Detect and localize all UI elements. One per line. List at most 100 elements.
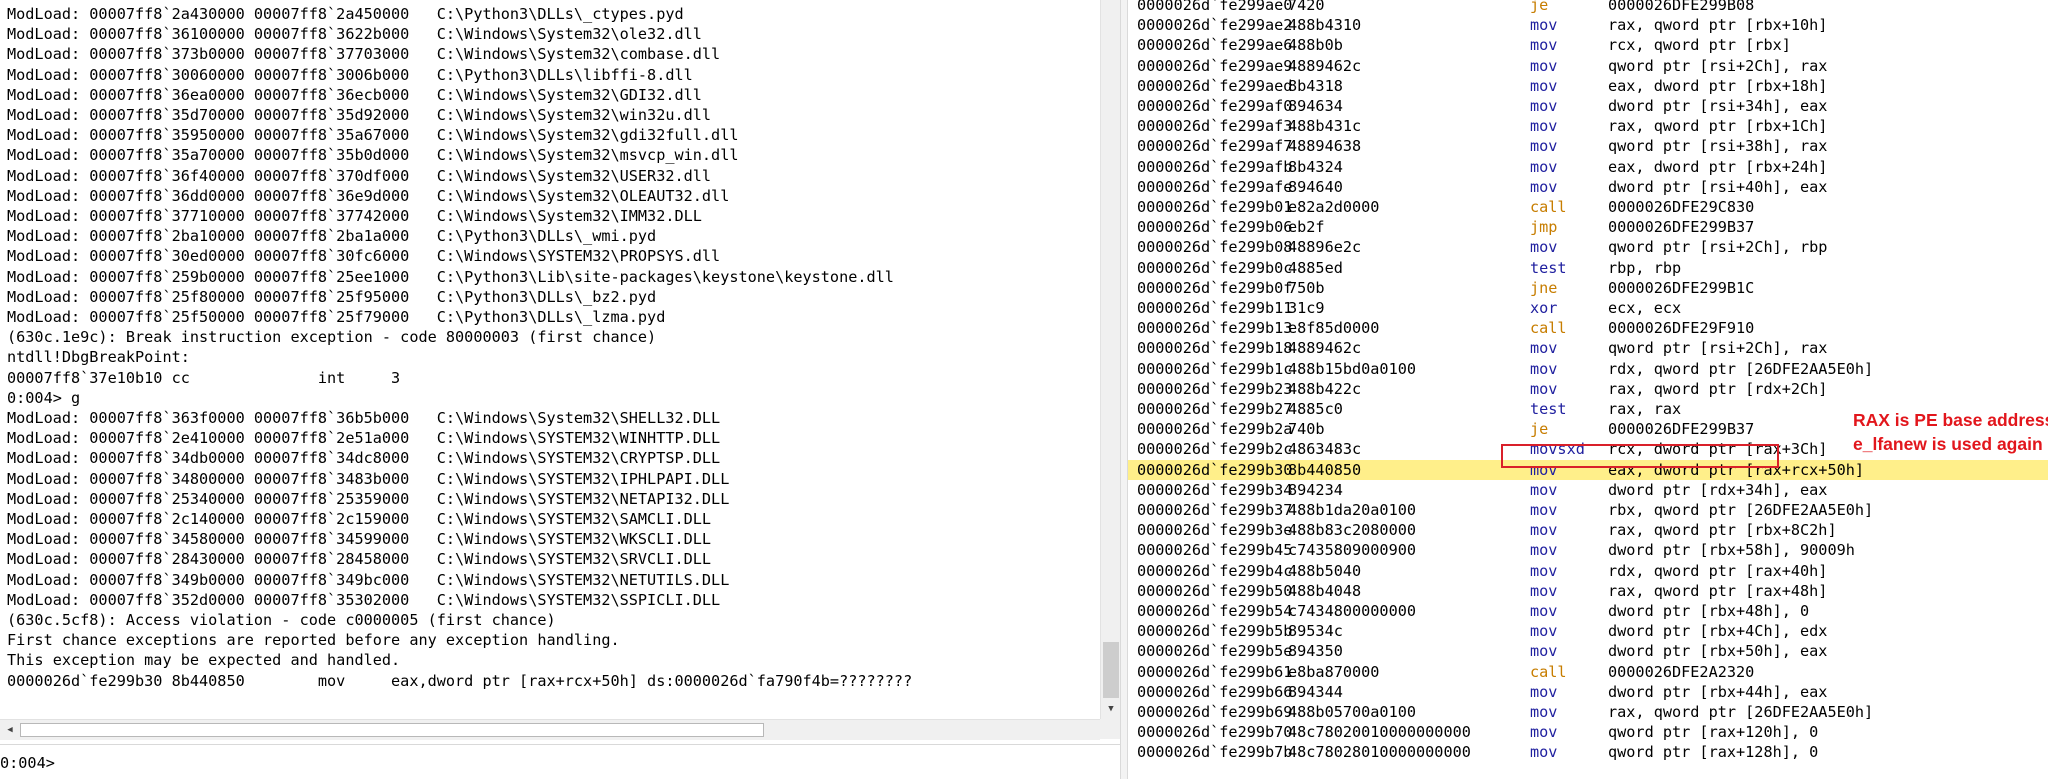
- instruction-mnemonic: mov: [1530, 561, 1558, 580]
- instruction-bytes: 89534c: [1288, 622, 1343, 641]
- instruction-operands: rax, qword ptr [rax+48h]: [1608, 581, 1828, 600]
- disassembly-row[interactable]: 0000026d`fe299b5e 894350 mov dword ptr [rbx…: [1128, 641, 2048, 661]
- instruction-bytes: 8b440850: [1288, 460, 1362, 479]
- output-line: ModLoad: 00007ff8`34800000 00007ff8`3483…: [7, 469, 730, 488]
- instruction-bytes: 8b4324: [1288, 157, 1343, 176]
- disassembly-row[interactable]: 0000026d`fe299ae6 488b0b mov rcx, qword ptr…: [1128, 35, 2048, 55]
- disassembly-row[interactable]: 0000026d`fe299b61 e8ba870000 call 0000026DF…: [1128, 662, 2048, 682]
- instruction-bytes: 740b: [1288, 420, 1325, 439]
- instruction-address: 0000026d`fe299afe: [1137, 177, 1293, 196]
- instruction-address: 0000026d`fe299b37: [1137, 501, 1293, 519]
- disassembly-row[interactable]: 0000026d`fe299b54 c7434800000000 mov dword …: [1128, 601, 2048, 621]
- disassembly-row[interactable]: 0000026d`fe299ae0 7420 je 0000026DFE299B08: [1128, 0, 2048, 15]
- annotation-e-lfanew: e_lfanew is used again: [1853, 434, 2043, 454]
- disassembly-row[interactable]: 0000026d`fe299b1c 488b15bd0a0100 mov rdx, q…: [1128, 359, 2048, 379]
- instruction-operands: rax, qword ptr [rbx+10h]: [1608, 16, 1828, 35]
- disassembly-row[interactable]: 0000026d`fe299b0f 750b jne 0000026DFE299B1C: [1128, 278, 2048, 298]
- disassembly-row[interactable]: 0000026d`fe299af3 488b431c mov rax, qword p…: [1128, 116, 2048, 136]
- instruction-mnemonic: mov: [1530, 97, 1558, 115]
- output-line: ModLoad: 00007ff8`36100000 00007ff8`3622…: [7, 25, 702, 44]
- instruction-bytes: 31c9: [1288, 299, 1325, 317]
- horizontal-scrollbar[interactable]: ◀: [0, 719, 1100, 740]
- disassembly-row[interactable]: 0000026d`fe299b01 e82a2d0000 call 0000026DF…: [1128, 197, 2048, 217]
- disassembly-pane[interactable]: 0000026d`fe299ae0 7420 je 0000026DFE299B08 0…: [1128, 0, 2048, 779]
- scroll-down-arrow-icon[interactable]: ▼: [1101, 699, 1121, 719]
- disassembly-row[interactable]: 0000026d`fe299b11 31c9 xor ecx, ecx: [1128, 298, 2048, 318]
- instruction-address: 0000026d`fe299ae9: [1137, 56, 1293, 75]
- disassembly-row[interactable]: 0000026d`fe299b69 488b05700a0100 mov rax, q…: [1128, 702, 2048, 722]
- instruction-bytes: c7435809000900: [1288, 541, 1417, 560]
- command-input[interactable]: [62, 749, 1112, 775]
- instruction-operands: rax, rax: [1608, 400, 1682, 418]
- instruction-operands: qword ptr [rsi+2Ch], rax: [1608, 56, 1828, 75]
- vertical-scrollbar[interactable]: ▼: [1100, 0, 1121, 719]
- instruction-operands: rbp, rbp: [1608, 258, 1682, 277]
- disassembly-row[interactable]: 0000026d`fe299b45 c7435809000900 mov dword …: [1128, 540, 2048, 560]
- disassembly-row[interactable]: 0000026d`fe299b7b 48c78028010000000000 mov…: [1128, 742, 2048, 762]
- disassembly-row[interactable]: 0000026d`fe299b0c 4885ed test rbp, rbp: [1128, 258, 2048, 278]
- instruction-mnemonic: je: [1530, 0, 1549, 14]
- horizontal-scrollbar-thumb[interactable]: [20, 723, 764, 737]
- instruction-mnemonic: mov: [1530, 177, 1558, 196]
- disassembly-row[interactable]: 0000026d`fe299b23 488b422c mov rax, qword p…: [1128, 379, 2048, 399]
- instruction-operands: eax, dword ptr [rbx+18h]: [1608, 76, 1828, 95]
- vertical-scrollbar-thumb[interactable]: [1103, 642, 1119, 698]
- instruction-mnemonic: mov: [1530, 541, 1558, 560]
- disassembly-row[interactable]: 0000026d`fe299b37 488b1da20a0100 mov rbx, q…: [1128, 500, 2048, 520]
- disassembly-row[interactable]: 0000026d`fe299b06 eb2f jmp 0000026DFE299B37: [1128, 217, 2048, 237]
- instruction-bytes: 894640: [1288, 177, 1343, 196]
- instruction-address: 0000026d`fe299ae0: [1137, 0, 1293, 14]
- instruction-address: 0000026d`fe299b7b: [1137, 743, 1293, 762]
- pane-splitter[interactable]: [1120, 0, 1128, 779]
- instruction-address: 0000026d`fe299b70: [1137, 723, 1293, 742]
- instruction-address: 0000026d`fe299b01: [1137, 198, 1293, 216]
- disassembly-row[interactable]: 0000026d`fe299ae2 488b4310 mov rax, qword p…: [1128, 15, 2048, 35]
- instruction-address: 0000026d`fe299b0c: [1137, 258, 1293, 277]
- instruction-operands: 0000026DFE29C830: [1608, 198, 1755, 216]
- disassembly-row[interactable]: 0000026d`fe299b13 e8f85d0000 call 0000026DF…: [1128, 318, 2048, 338]
- scroll-left-arrow-icon[interactable]: ◀: [0, 720, 20, 740]
- disassembly-row[interactable]: 0000026d`fe299b50 488b4048 mov rax, qword p…: [1128, 581, 2048, 601]
- instruction-bytes: 488b15bd0a0100: [1288, 359, 1417, 378]
- instruction-bytes: 48c78020010000000000: [1288, 723, 1471, 742]
- disassembly-row[interactable]: 0000026d`fe299b34 894234 mov dword ptr [rdx…: [1128, 480, 2048, 500]
- instruction-address: 0000026d`fe299b06: [1137, 218, 1293, 237]
- instruction-mnemonic: test: [1530, 400, 1567, 418]
- disassembly-row[interactable]: 0000026d`fe299b3e 488b83c2080000 mov rax, q…: [1128, 520, 2048, 540]
- instruction-mnemonic: mov: [1530, 56, 1558, 75]
- instruction-address: 0000026d`fe299aed: [1137, 76, 1293, 95]
- disassembly-row[interactable]: 0000026d`fe299af0 894634 mov dword ptr [rsi…: [1128, 96, 2048, 116]
- output-line: 00007ff8`37e10b10 cc int 3: [7, 368, 401, 387]
- output-line: ModLoad: 00007ff8`25f50000 00007ff8`25f7…: [7, 308, 666, 326]
- output-line: ModLoad: 00007ff8`34580000 00007ff8`3459…: [7, 530, 712, 549]
- disassembly-row[interactable]: 0000026d`fe299b18 4889462c mov qword ptr [r…: [1128, 338, 2048, 358]
- instruction-address: 0000026d`fe299ae6: [1137, 36, 1293, 55]
- disassembly-row[interactable]: 0000026d`fe299afe 894640 mov dword ptr [rsi…: [1128, 177, 2048, 197]
- disassembly-row[interactable]: 0000026d`fe299b08 48896e2c mov qword ptr [r…: [1128, 237, 2048, 257]
- output-line: ModLoad: 00007ff8`37710000 00007ff8`3774…: [7, 207, 702, 225]
- instruction-mnemonic: mov: [1530, 157, 1558, 176]
- instruction-operands: eax, dword ptr [rbx+24h]: [1608, 157, 1828, 176]
- instruction-mnemonic: mov: [1530, 339, 1558, 358]
- disassembly-row[interactable]: 0000026d`fe299b5b 89534c mov dword ptr [rbx…: [1128, 621, 2048, 641]
- disassembly-row[interactable]: 0000026d`fe299af7 48894638 mov qword ptr [r…: [1128, 136, 2048, 156]
- instruction-address: 0000026d`fe299b3e: [1137, 521, 1293, 540]
- disassembly-row[interactable]: 0000026d`fe299afb 8b4324 mov eax, dword ptr…: [1128, 157, 2048, 177]
- instruction-bytes: 4889462c: [1288, 56, 1362, 75]
- instruction-bytes: e8ba870000: [1288, 662, 1380, 681]
- output-line: ModLoad: 00007ff8`363f0000 00007ff8`36b5…: [7, 409, 721, 427]
- disassembly-row[interactable]: 0000026d`fe299ae9 4889462c mov qword ptr [r…: [1128, 56, 2048, 76]
- instruction-address: 0000026d`fe299b2a: [1137, 420, 1293, 439]
- instruction-operands: qword ptr [rsi+2Ch], rax: [1608, 339, 1828, 358]
- command-output[interactable]: ModLoad: 00007ff8`2a430000 00007ff8`2a45…: [0, 0, 1100, 705]
- output-line: 0:004> g: [7, 388, 81, 407]
- disassembly-row[interactable]: 0000026d`fe299aed 8b4318 mov eax, dword ptr…: [1128, 76, 2048, 96]
- instruction-bytes: 488b422c: [1288, 379, 1362, 398]
- disassembly-row[interactable]: 0000026d`fe299b66 894344 mov dword ptr [rbx…: [1128, 682, 2048, 702]
- instruction-bytes: 488b05700a0100: [1288, 703, 1417, 721]
- output-line: ModLoad: 00007ff8`352d0000 00007ff8`3530…: [7, 590, 721, 609]
- instruction-bytes: 894234: [1288, 480, 1343, 499]
- instruction-mnemonic: xor: [1530, 299, 1558, 317]
- disassembly-row[interactable]: 0000026d`fe299b70 48c78020010000000000 mov…: [1128, 722, 2048, 742]
- disassembly-row[interactable]: 0000026d`fe299b4c 488b5040 mov rdx, qword p…: [1128, 561, 2048, 581]
